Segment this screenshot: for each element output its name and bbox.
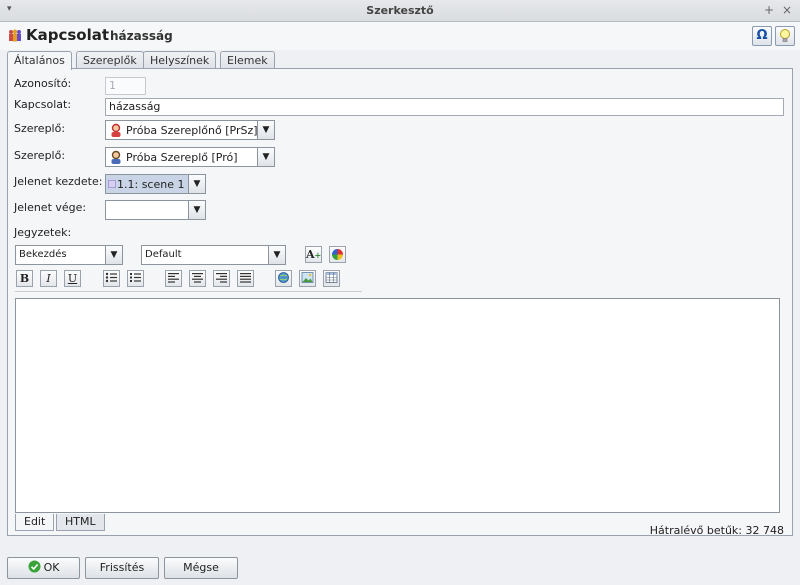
pin-icon[interactable]: + (764, 3, 774, 17)
editor-tab-edit[interactable]: Edit (15, 514, 55, 531)
female-actor-icon (111, 123, 121, 137)
toolbar-separator (15, 291, 362, 292)
lightbulb-icon (780, 29, 790, 42)
actor1-select[interactable]: Próba Szereplőnő [PrSz] ▼ (105, 120, 275, 140)
align-right-button[interactable] (213, 270, 230, 287)
editor-tab-html[interactable]: HTML (56, 514, 105, 531)
relation-field[interactable]: házasság (105, 98, 784, 116)
scene-end-select[interactable]: ▼ (105, 200, 206, 220)
actor2-label: Szereplő: (14, 149, 66, 162)
chevron-down-icon[interactable]: ▼ (268, 246, 285, 264)
remaining-chars: Hátralévő betűk: 32 748 (649, 524, 784, 537)
bullet-list-button[interactable] (103, 270, 120, 287)
insert-link-button[interactable] (275, 270, 292, 287)
numbered-list-button[interactable] (127, 270, 144, 287)
cancel-button[interactable]: Mégse (164, 557, 238, 579)
color-wheel-icon (332, 249, 343, 260)
font-value: Default (145, 249, 182, 260)
entity-kind: Kapcsolat (26, 26, 110, 44)
hint-button[interactable] (775, 26, 795, 46)
align-left-icon (168, 273, 179, 283)
close-icon[interactable]: × (782, 3, 792, 17)
tab-actors[interactable]: Szereplők (76, 51, 144, 69)
ok-button[interactable]: OK (7, 557, 80, 579)
relation-label: Kapcsolat: (14, 98, 72, 111)
image-icon (301, 272, 314, 283)
actor1-value: Próba Szereplőnő [PrSz] (126, 124, 258, 137)
color-button[interactable] (329, 246, 346, 263)
bold-button[interactable]: B (16, 270, 33, 287)
tab-items[interactable]: Elemek (220, 51, 275, 69)
notes-editor[interactable] (15, 298, 780, 513)
scene-end-label: Jelenet vége: (14, 201, 87, 214)
italic-button[interactable]: I (40, 270, 57, 287)
paragraph-style-value: Bekezdés (19, 249, 67, 260)
font-size-button[interactable]: A+ (305, 246, 322, 263)
align-justify-icon (240, 273, 251, 283)
insert-table-button[interactable] (323, 270, 340, 287)
globe-icon (278, 272, 289, 283)
chevron-down-icon[interactable]: ▼ (188, 175, 205, 193)
align-center-button[interactable] (189, 270, 206, 287)
numbered-list-icon (130, 273, 141, 282)
underline-button[interactable]: U (64, 270, 81, 287)
font-select[interactable]: Default ▼ (141, 245, 286, 265)
scene-start-label: Jelenet kezdete: (14, 175, 103, 188)
insert-image-button[interactable] (299, 270, 316, 287)
id-field: 1 (105, 77, 146, 95)
window-title: Szerkesztő (366, 4, 434, 17)
editor-header: Kapcsolat házasság Ω (0, 22, 800, 50)
special-chars-button[interactable]: Ω (752, 26, 772, 46)
tab-general[interactable]: Általános (7, 51, 72, 70)
entity-name: házasság (110, 29, 173, 43)
align-left-button[interactable] (165, 270, 182, 287)
table-icon (325, 272, 338, 283)
scene-start-select[interactable]: 1.1: scene 1 ▼ (105, 174, 206, 194)
chevron-down-icon[interactable]: ▼ (188, 201, 205, 219)
ok-label: OK (43, 561, 60, 574)
actor1-label: Szereplő: (14, 122, 66, 135)
tab-locations[interactable]: Helyszínek (143, 51, 217, 69)
chevron-down-icon[interactable]: ▼ (257, 121, 274, 139)
people-icon (9, 29, 21, 42)
scene-icon (108, 180, 116, 188)
refresh-button[interactable]: Frissítés (85, 557, 159, 579)
bullet-list-icon (105, 272, 117, 283)
scene-start-value: 1.1: scene 1 (117, 178, 185, 191)
id-label: Azonosító: (14, 77, 72, 90)
chevron-down-icon[interactable]: ▼ (257, 148, 274, 166)
align-justify-button[interactable] (237, 270, 254, 287)
paragraph-style-select[interactable]: Bekezdés ▼ (15, 245, 123, 265)
male-actor-icon (111, 150, 121, 164)
notes-label: Jegyzetek: (14, 226, 72, 239)
check-icon (28, 560, 41, 573)
window-titlebar: ▾ Szerkesztő + × (0, 0, 800, 22)
align-right-icon (216, 273, 227, 283)
actor2-select[interactable]: Próba Szereplő [Pró] ▼ (105, 147, 275, 167)
actor2-value: Próba Szereplő [Pró] (126, 151, 238, 164)
chevron-down-icon[interactable]: ▼ (105, 246, 122, 264)
align-center-icon (192, 273, 203, 283)
